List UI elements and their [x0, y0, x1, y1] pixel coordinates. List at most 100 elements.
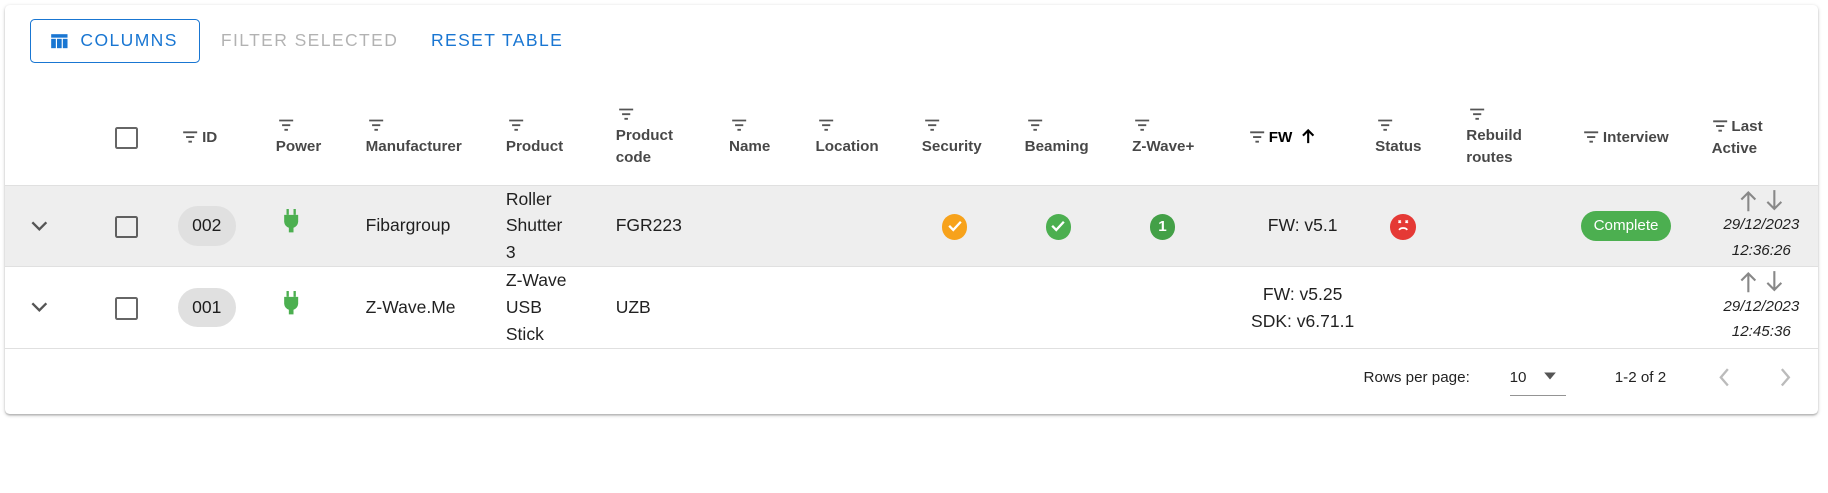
zwave-plus-version-badge: 1: [1149, 213, 1176, 240]
id-chip: 002: [177, 206, 236, 246]
select-cell: [74, 185, 178, 268]
column-header-rebuild-routes[interactable]: Rebuild routes: [1466, 91, 1574, 186]
column-header-last-active[interactable]: Last Active: [1704, 91, 1819, 186]
filter-icon[interactable]: [731, 117, 747, 133]
rows-per-page-select[interactable]: 10: [1509, 362, 1566, 396]
table-pagination: Rows per page: 10 1-2 of 2: [5, 351, 1818, 409]
row-checkbox[interactable]: [114, 297, 138, 320]
row-checkbox[interactable]: [114, 215, 138, 239]
select-all-checkbox[interactable]: [114, 126, 138, 150]
table-row[interactable]: 002 Fibargroup Roller Shutter 3 FGR223 1…: [4, 185, 1819, 268]
location-cell: [815, 266, 922, 349]
status-cell: [1368, 266, 1467, 349]
nodes-table: ID Power Manufacturer Product Product co…: [4, 91, 1819, 349]
product-code-cell: FGR223: [615, 185, 730, 268]
filter-icon[interactable]: [1583, 130, 1599, 144]
column-header-location[interactable]: Location: [815, 91, 922, 186]
columns-button-label: Columns: [80, 30, 178, 51]
column-header-id[interactable]: ID: [177, 91, 276, 186]
rows-per-page-value: 10: [1509, 369, 1527, 387]
interview-status-chip: Complete: [1580, 210, 1672, 242]
nodes-table-card: Columns Filter selected Reset table ID: [4, 4, 1819, 414]
select-cell: [74, 266, 178, 349]
columns-button[interactable]: Columns: [30, 18, 200, 64]
chevron-left-icon[interactable]: [1715, 361, 1734, 394]
select-all-header: [74, 91, 178, 186]
chevron-down-icon[interactable]: [30, 220, 49, 232]
name-cell: [729, 185, 816, 268]
filter-icon[interactable]: [368, 117, 384, 133]
id-cell: 002: [177, 185, 276, 268]
chevron-down-icon[interactable]: [30, 301, 49, 313]
arrow-up-icon[interactable]: [1739, 189, 1758, 212]
column-header-product[interactable]: Product: [505, 91, 616, 186]
chevron-right-icon[interactable]: [1776, 361, 1795, 394]
interview-cell: [1573, 266, 1705, 349]
column-header-power[interactable]: Power: [275, 91, 366, 186]
column-header-fw[interactable]: FW: [1237, 91, 1369, 186]
column-header-zwave-plus[interactable]: Z-Wave+: [1132, 91, 1238, 186]
product-cell: Roller Shutter 3: [505, 185, 616, 268]
name-cell: [729, 266, 816, 349]
dropdown-icon: [1544, 372, 1557, 380]
filter-icon[interactable]: [278, 117, 294, 133]
zwave-plus-cell: 1: [1132, 185, 1238, 268]
interview-cell: Complete: [1573, 185, 1705, 268]
table-row[interactable]: 001 Z-Wave.Me Z-Wave USB Stick UZB FW: v…: [4, 266, 1819, 349]
arrow-down-icon[interactable]: [1765, 189, 1784, 212]
product-code-cell: UZB: [615, 266, 730, 349]
location-cell: [815, 185, 922, 268]
last-active-date: 29/12/2023: [1723, 297, 1800, 315]
manufacturer-cell: Fibargroup: [365, 185, 506, 268]
filter-icon[interactable]: [1712, 119, 1728, 133]
column-header-product-code[interactable]: Product code: [615, 91, 730, 186]
check-circle-icon: [941, 213, 968, 240]
plug-icon: [283, 290, 298, 315]
beaming-cell: [1024, 185, 1133, 268]
column-header-status[interactable]: Status: [1368, 91, 1467, 186]
filter-selected-button[interactable]: Filter selected: [209, 20, 410, 62]
column-header-beaming[interactable]: Beaming: [1024, 91, 1133, 186]
table-header-row: ID Power Manufacturer Product Product co…: [4, 91, 1819, 186]
column-header-manufacturer[interactable]: Manufacturer: [365, 91, 506, 186]
fw-cell: FW: v5.1: [1237, 185, 1369, 268]
column-header-interview[interactable]: Interview: [1573, 91, 1705, 186]
filter-icon[interactable]: [1249, 130, 1265, 144]
power-cell: [275, 266, 366, 349]
table-toolbar: Columns Filter selected Reset table: [30, 18, 575, 64]
rows-per-page-label: Rows per page:: [1363, 369, 1470, 387]
expand-cell: [4, 266, 75, 349]
zwave-plus-cell: [1132, 266, 1238, 349]
fw-cell: FW: v5.25 SDK: v6.71.1: [1237, 266, 1369, 349]
plug-icon: [283, 209, 298, 233]
expand-column-header: [4, 91, 75, 186]
filter-icon[interactable]: [508, 117, 524, 133]
filter-icon[interactable]: [1027, 117, 1043, 133]
filter-icon[interactable]: [1134, 117, 1150, 133]
filter-icon[interactable]: [1377, 117, 1393, 133]
arrow-down-icon[interactable]: [1765, 270, 1784, 293]
filter-icon[interactable]: [818, 117, 834, 133]
last-active-time: 12:45:36: [1731, 323, 1791, 341]
security-cell: [921, 266, 1025, 349]
arrow-up-icon[interactable]: [1300, 128, 1316, 144]
rebuild-routes-cell: [1466, 185, 1574, 268]
last-active-cell: 29/12/2023 12:36:26: [1704, 185, 1819, 268]
columns-icon: [50, 33, 69, 49]
arrow-up-icon[interactable]: [1739, 270, 1758, 293]
product-cell: Z-Wave USB Stick: [505, 266, 616, 349]
pagination-range: 1-2 of 2: [1614, 369, 1667, 387]
filter-icon[interactable]: [618, 106, 634, 122]
column-header-name[interactable]: Name: [729, 91, 816, 186]
reset-table-button[interactable]: Reset table: [419, 20, 575, 62]
security-cell: [921, 185, 1025, 268]
filter-icon[interactable]: [1469, 106, 1485, 122]
column-header-security[interactable]: Security: [921, 91, 1025, 186]
filter-icon[interactable]: [182, 130, 198, 144]
expand-cell: [4, 185, 75, 268]
id-cell: 001: [177, 266, 276, 349]
filter-icon[interactable]: [924, 117, 940, 133]
last-active-date: 29/12/2023: [1723, 215, 1800, 233]
last-active-time: 12:36:26: [1731, 241, 1791, 259]
power-cell: [275, 185, 366, 268]
